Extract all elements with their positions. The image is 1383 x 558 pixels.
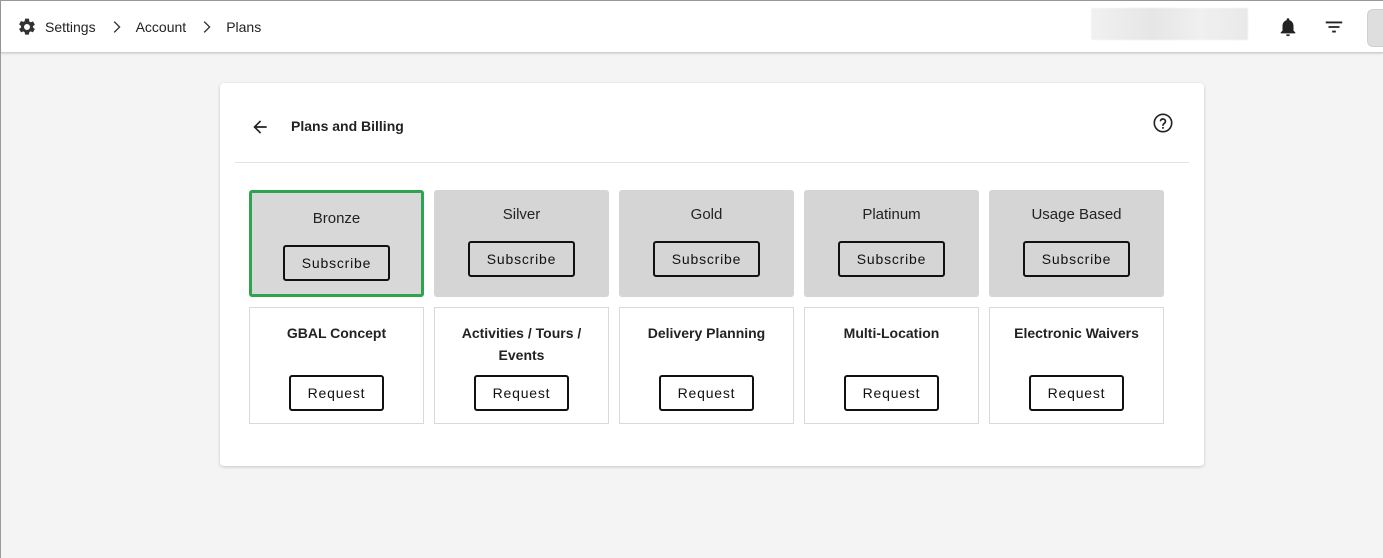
chevron-right-icon [194, 15, 218, 39]
top-bar: Settings Account Plans [1, 1, 1383, 53]
plans-row: Bronze Subscribe Silver Subscribe Gold S… [249, 190, 1164, 297]
plan-card-usage-based[interactable]: Usage Based Subscribe [989, 190, 1164, 297]
addon-card-delivery-planning: Delivery Planning Request [619, 307, 794, 424]
addons-row: GBAL Concept Request Activities / Tours … [249, 307, 1164, 424]
subscribe-button[interactable]: Subscribe [1023, 241, 1130, 277]
request-button[interactable]: Request [1029, 375, 1124, 411]
plan-name: Usage Based [1031, 206, 1122, 223]
chevron-right-icon [104, 15, 128, 39]
breadcrumb-plans: Plans [226, 19, 262, 35]
addon-name: Multi-Location [843, 325, 940, 341]
addon-card-multi-location: Multi-Location Request [804, 307, 979, 424]
addon-name: GBAL Concept [286, 325, 387, 341]
subscribe-button[interactable]: Subscribe [838, 241, 945, 277]
back-arrow-icon[interactable] [248, 115, 272, 139]
plan-name: Gold [690, 206, 723, 223]
plan-name: Bronze [312, 210, 361, 227]
plan-card-silver[interactable]: Silver Subscribe [434, 190, 609, 297]
subscribe-button[interactable]: Subscribe [283, 245, 390, 281]
addon-card-electronic-waivers: Electronic Waivers Request [989, 307, 1164, 424]
breadcrumb-settings[interactable]: Settings [45, 19, 96, 35]
gear-icon[interactable] [17, 17, 37, 37]
plan-name: Silver [502, 206, 541, 223]
plan-card-platinum[interactable]: Platinum Subscribe [804, 190, 979, 297]
addon-card-gbal-concept: GBAL Concept Request [249, 307, 424, 424]
request-button[interactable]: Request [659, 375, 754, 411]
page-title: Plans and Billing [291, 118, 404, 134]
bell-icon[interactable] [1276, 15, 1300, 39]
request-button[interactable]: Request [844, 375, 939, 411]
subscribe-button[interactable]: Subscribe [653, 241, 760, 277]
plan-card-gold[interactable]: Gold Subscribe [619, 190, 794, 297]
addon-card-activities: Activities / Tours / Events Request [434, 307, 609, 424]
plans-billing-card: Plans and Billing Bronze Subscribe Silve… [220, 83, 1204, 466]
plan-name: Platinum [862, 206, 921, 223]
plan-card-bronze[interactable]: Bronze Subscribe [249, 190, 424, 297]
addon-name: Activities / Tours / Events [461, 325, 582, 363]
blurred-user-info [1091, 8, 1248, 40]
filter-icon[interactable] [1322, 15, 1346, 39]
divider [235, 162, 1189, 163]
breadcrumb: Settings Account Plans [17, 1, 261, 53]
help-icon[interactable] [1152, 112, 1174, 134]
breadcrumb-account[interactable]: Account [136, 19, 187, 35]
addon-name: Electronic Waivers [1014, 325, 1139, 341]
subscribe-button[interactable]: Subscribe [468, 241, 575, 277]
request-button[interactable]: Request [289, 375, 384, 411]
addon-name: Delivery Planning [647, 325, 766, 341]
request-button[interactable]: Request [474, 375, 569, 411]
avatar[interactable] [1367, 9, 1383, 47]
